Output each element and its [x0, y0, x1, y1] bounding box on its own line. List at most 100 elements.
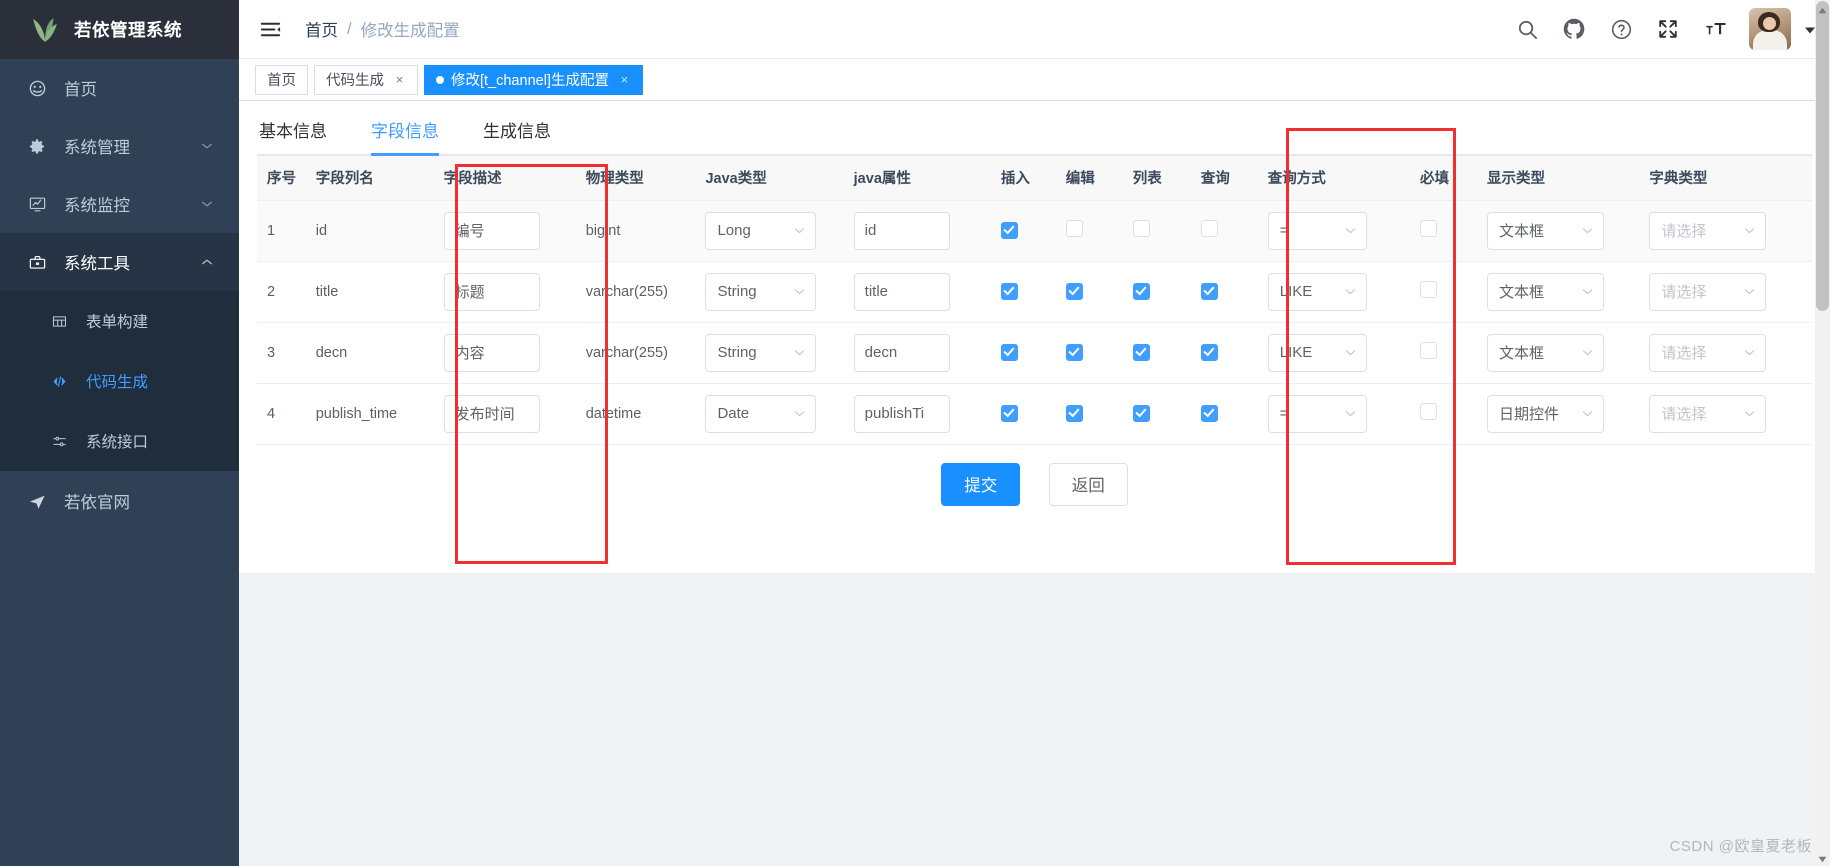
edit-checkbox[interactable] [1065, 404, 1083, 422]
required-checkbox[interactable] [1420, 342, 1437, 359]
required-checkbox[interactable] [1420, 403, 1437, 420]
tag-code-generator[interactable]: 代码生成 × [314, 64, 418, 95]
app-root: 若依管理系统 首页 系统管理 系统监控 系统工具 表单构建 代码生成 系统接口 … [0, 0, 1830, 866]
insert-checkbox[interactable] [1000, 343, 1018, 361]
font-size-icon[interactable] [1702, 16, 1728, 42]
insert-checkbox[interactable] [1000, 404, 1018, 422]
cell-column-desc: 内容 [433, 322, 576, 384]
column-desc-input[interactable]: 发布时间 [443, 394, 540, 433]
cell-column-desc: 编号 [433, 200, 576, 262]
breadcrumb-home[interactable]: 首页 [305, 17, 338, 41]
cell-java-attr: publishTi [843, 383, 991, 445]
java-attr-input[interactable]: publishTi [853, 394, 950, 433]
edit-checkbox[interactable] [1065, 282, 1083, 300]
list-checkbox[interactable] [1132, 282, 1150, 300]
cell-edit [1055, 322, 1123, 384]
th-required: 必填 [1410, 156, 1477, 201]
dict-type-select[interactable]: 请选择 [1649, 211, 1767, 250]
insert-checkbox[interactable] [1000, 282, 1018, 300]
hamburger-icon[interactable] [257, 16, 283, 42]
sidebar-item-system-api[interactable]: 系统接口 [0, 411, 239, 471]
search-icon[interactable] [1514, 16, 1540, 42]
sidebar-label-home: 首页 [64, 81, 97, 99]
cell-edit [1055, 200, 1123, 262]
sidebar: 若依管理系统 首页 系统管理 系统监控 系统工具 表单构建 代码生成 系统接口 … [0, 0, 239, 866]
cell-insert [990, 322, 1056, 384]
sidebar-menu: 首页 系统管理 系统监控 系统工具 表单构建 代码生成 系统接口 若依官网 [0, 59, 239, 531]
query-type-select[interactable]: LIKE [1267, 272, 1367, 311]
scrollbar-thumb[interactable] [1816, 1, 1829, 311]
sidebar-item-system-tools[interactable]: 系统工具 [0, 233, 239, 291]
dict-type-select[interactable]: 请选择 [1649, 272, 1767, 311]
column-desc-input[interactable]: 内容 [443, 333, 540, 372]
main-area: 首页 / 修改生成配置 首页 代码生成 × 修改[t_channel]生成配置 … [239, 0, 1830, 866]
list-checkbox[interactable] [1132, 343, 1150, 361]
chevron-down-icon [1581, 224, 1594, 237]
sidebar-item-system-monitor[interactable]: 系统监控 [0, 175, 239, 233]
show-type-select[interactable]: 文本框 [1486, 272, 1604, 311]
java-attr-input[interactable]: id [853, 211, 950, 250]
sidebar-item-code-generator[interactable]: 代码生成 [0, 351, 239, 411]
close-icon[interactable]: × [393, 73, 406, 86]
query-type-select[interactable]: LIKE [1267, 333, 1367, 372]
scroll-down-icon[interactable] [1817, 852, 1828, 863]
tab-basic-info[interactable]: 基本信息 [259, 117, 327, 154]
java-type-select[interactable]: String [705, 272, 817, 311]
query-checkbox[interactable] [1200, 282, 1218, 300]
cell-index: 4 [257, 383, 306, 445]
java-attr-input[interactable]: decn [853, 333, 950, 372]
sidebar-item-official-site[interactable]: 若依官网 [0, 471, 239, 531]
show-type-select[interactable]: 文本框 [1486, 211, 1604, 250]
submit-button[interactable]: 提交 [941, 462, 1021, 506]
cell-insert [990, 261, 1056, 323]
query-type-select[interactable]: = [1267, 211, 1367, 250]
tag-home[interactable]: 首页 [255, 64, 308, 95]
question-icon[interactable] [1608, 16, 1634, 42]
insert-checkbox[interactable] [1000, 221, 1018, 239]
query-checkbox[interactable] [1200, 343, 1218, 361]
required-checkbox[interactable] [1420, 220, 1437, 237]
avatar[interactable] [1749, 8, 1791, 50]
query-type-select[interactable]: = [1267, 394, 1367, 433]
cell-index: 3 [257, 322, 306, 384]
dict-type-select[interactable]: 请选择 [1649, 333, 1767, 372]
java-type-select[interactable]: Long [705, 211, 817, 250]
show-type-select[interactable]: 日期控件 [1486, 394, 1604, 433]
close-icon[interactable]: × [618, 73, 631, 86]
java-attr-input[interactable]: title [853, 272, 950, 311]
dict-type-select[interactable]: 请选择 [1649, 394, 1767, 433]
sidebar-item-system-manage[interactable]: 系统管理 [0, 117, 239, 175]
list-checkbox[interactable] [1132, 404, 1150, 422]
navbar-right-actions [1514, 8, 1830, 50]
tab-field-info[interactable]: 字段信息 [371, 117, 439, 156]
edit-checkbox[interactable] [1065, 343, 1083, 361]
show-type-select[interactable]: 文本框 [1486, 333, 1604, 372]
tab-gen-info[interactable]: 生成信息 [483, 117, 551, 154]
th-query-type: 查询方式 [1257, 156, 1410, 201]
java-type-select[interactable]: Date [705, 394, 817, 433]
column-desc-input[interactable]: 标题 [443, 272, 540, 311]
logo-area[interactable]: 若依管理系统 [0, 0, 239, 59]
gear-icon [24, 135, 50, 157]
tag-edit-gen-config[interactable]: 修改[t_channel]生成配置 × [424, 64, 643, 95]
list-checkbox[interactable] [1132, 220, 1150, 237]
sidebar-item-form-builder[interactable]: 表单构建 [0, 291, 239, 351]
sidebar-item-home[interactable]: 首页 [0, 59, 239, 117]
edit-checkbox[interactable] [1065, 220, 1083, 237]
query-checkbox[interactable] [1200, 220, 1218, 237]
scroll-up-icon[interactable] [1817, 3, 1828, 14]
query-checkbox[interactable] [1200, 404, 1218, 422]
required-checkbox[interactable] [1420, 281, 1437, 298]
chevron-down-icon [1743, 346, 1756, 359]
cell-required [1410, 200, 1477, 262]
github-icon[interactable] [1561, 16, 1587, 42]
cell-insert [990, 200, 1056, 262]
back-button[interactable]: 返回 [1048, 462, 1128, 506]
watermark: CSDN @欧皇夏老板 [1669, 838, 1812, 855]
gen-config-card: 基本信息 字段信息 生成信息 序号 字段列名 字段描述 物理类型 Java类型 … [239, 101, 1830, 573]
fullscreen-icon[interactable] [1655, 16, 1681, 42]
java-type-value: String [717, 283, 757, 300]
column-desc-input[interactable]: 编号 [443, 211, 540, 250]
cell-java-attr: decn [843, 322, 991, 384]
java-type-select[interactable]: String [705, 333, 817, 372]
